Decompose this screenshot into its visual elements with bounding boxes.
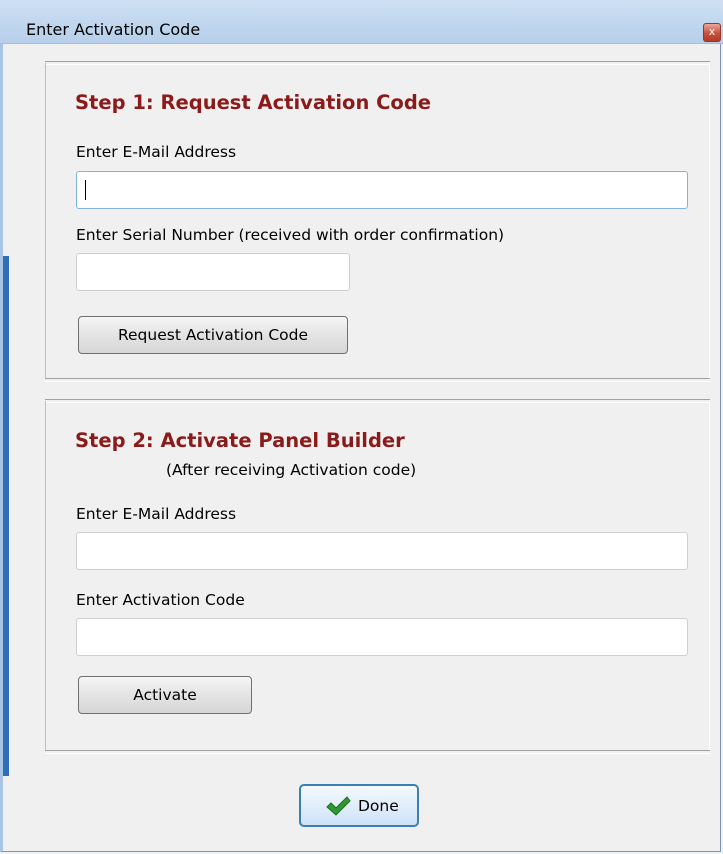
- window-edge-shadow: [3, 256, 9, 776]
- activate-button[interactable]: Activate: [78, 676, 252, 714]
- step2-title: Step 2: Activate Panel Builder: [75, 429, 405, 452]
- step1-title: Step 1: Request Activation Code: [75, 91, 432, 114]
- checkmark-icon: [326, 796, 351, 816]
- step1-serial-input[interactable]: [76, 253, 350, 291]
- request-activation-code-button[interactable]: Request Activation Code: [78, 316, 348, 354]
- step2-email-label: Enter E-Mail Address: [76, 505, 237, 523]
- step2-group-bottom-border: [45, 750, 710, 754]
- step2-code-label: Enter Activation Code: [76, 591, 245, 609]
- step1-serial-label: Enter Serial Number (received with order…: [76, 226, 505, 244]
- step1-group-bottom-border: [45, 378, 710, 382]
- close-button[interactable]: x: [703, 23, 721, 42]
- window-title: Enter Activation Code: [26, 20, 201, 39]
- step1-email-input[interactable]: [76, 171, 688, 209]
- done-label: Done: [358, 797, 399, 815]
- step2-activation-code-input[interactable]: [76, 618, 688, 656]
- title-bar[interactable]: Enter Activation Code x: [0, 0, 723, 44]
- done-button[interactable]: Done: [299, 784, 419, 827]
- activation-dialog: Enter Activation Code x Step 1: Request …: [0, 0, 723, 852]
- close-icon: x: [708, 25, 716, 38]
- step1-email-label: Enter E-Mail Address: [76, 143, 237, 161]
- step2-subtitle: (After receiving Activation code): [166, 461, 417, 479]
- text-caret: [85, 180, 86, 200]
- step2-email-input[interactable]: [76, 532, 688, 570]
